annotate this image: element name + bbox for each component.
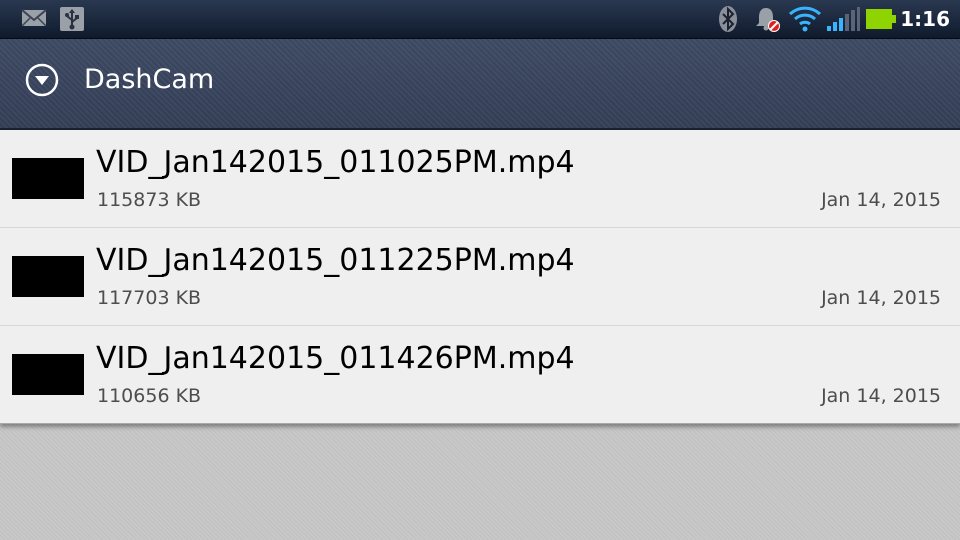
video-thumbnail (12, 158, 84, 199)
action-bar: DashCam (0, 39, 960, 130)
file-date: Jan 14, 2015 (821, 189, 941, 211)
list-item[interactable]: VID_Jan142015_011025PM.mp4 115873 KB Jan… (0, 130, 960, 228)
file-date: Jan 14, 2015 (821, 385, 941, 407)
usb-icon (59, 6, 85, 36)
video-thumbnail (12, 256, 84, 297)
dropdown-circle-icon[interactable] (25, 63, 59, 97)
empty-list-area (0, 424, 960, 540)
status-bar: 1:16 (0, 0, 960, 39)
screen: 1:16 DashCam VID_Jan142015_011025PM.mp4 … (0, 0, 960, 540)
wifi-icon (788, 4, 822, 36)
notifications-muted-icon (754, 5, 782, 37)
app-title[interactable]: DashCam (84, 63, 214, 97)
file-name: VID_Jan142015_011225PM.mp4 (96, 243, 575, 278)
file-date: Jan 14, 2015 (821, 287, 941, 309)
file-name: VID_Jan142015_011426PM.mp4 (96, 341, 575, 376)
file-list: VID_Jan142015_011025PM.mp4 115873 KB Jan… (0, 130, 960, 424)
gmail-icon (21, 7, 47, 33)
file-name: VID_Jan142015_011025PM.mp4 (96, 145, 575, 180)
status-clock: 1:16 (900, 7, 950, 31)
bluetooth-icon (717, 5, 739, 37)
file-size: 117703 KB (97, 287, 202, 309)
battery-icon (866, 9, 896, 33)
signal-icon (826, 6, 860, 36)
file-size: 110656 KB (97, 385, 202, 407)
list-item[interactable]: VID_Jan142015_011225PM.mp4 117703 KB Jan… (0, 228, 960, 326)
video-thumbnail (12, 354, 84, 395)
list-item[interactable]: VID_Jan142015_011426PM.mp4 110656 KB Jan… (0, 326, 960, 424)
file-size: 115873 KB (97, 189, 202, 211)
